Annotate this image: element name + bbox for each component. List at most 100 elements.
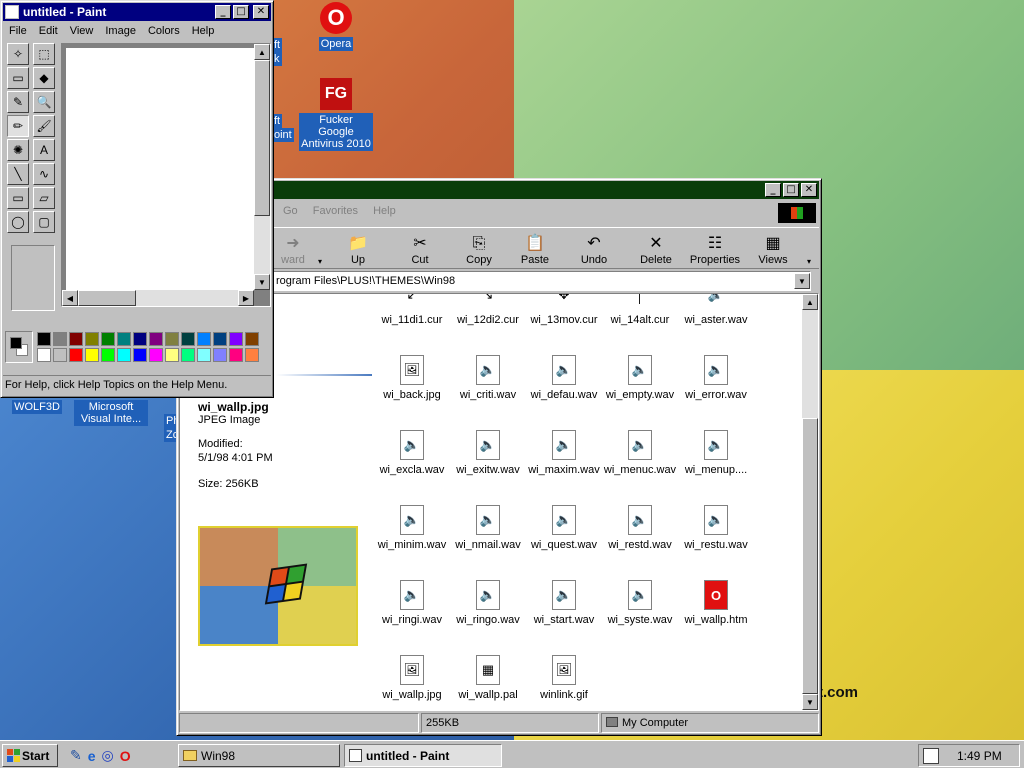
delete-button[interactable]: ✕ Delete xyxy=(625,228,687,268)
toolbar-overflow-arrow[interactable]: ▾ xyxy=(803,228,815,268)
palette-color-swatch[interactable] xyxy=(197,332,211,346)
palette-color-swatch[interactable] xyxy=(117,332,131,346)
scroll-down-button[interactable]: ▼ xyxy=(802,694,818,710)
close-button[interactable]: ✕ xyxy=(253,5,269,19)
tool-rounded-rect-button[interactable]: ▢ xyxy=(33,211,55,233)
tool-ellipse-button[interactable]: ◯ xyxy=(7,211,29,233)
scroll-left-button[interactable]: ◀ xyxy=(62,290,78,306)
file-item[interactable]: 🔈 wi_menuc.wav xyxy=(602,430,678,476)
menu-favorites[interactable]: Favorites xyxy=(307,203,364,219)
menu-view[interactable]: View xyxy=(64,23,100,39)
palette-color-swatch[interactable] xyxy=(149,348,163,362)
palette-color-swatch[interactable] xyxy=(197,348,211,362)
minimize-button[interactable]: _ xyxy=(215,5,231,19)
scroll-thumb[interactable] xyxy=(78,290,136,306)
file-item[interactable]: 🔈 wi_criti.wav xyxy=(450,355,526,401)
palette-color-swatch[interactable] xyxy=(53,348,67,362)
tool-picker-button[interactable]: ✎ xyxy=(7,91,29,113)
address-input[interactable]: rogram Files\PLUS!\THEMES\Win98 xyxy=(274,275,794,287)
scroll-up-button[interactable]: ▲ xyxy=(254,44,270,60)
desktop-icon-antivirus[interactable]: FG Fucker Google Antivirus 2010 xyxy=(296,78,376,151)
minimize-button[interactable]: _ xyxy=(765,183,781,197)
file-item[interactable]: 🖼 wi_back.jpg xyxy=(374,355,450,401)
file-item[interactable]: 🖼 winlink.gif xyxy=(526,655,602,701)
desktop-icon-opera[interactable]: O Opera xyxy=(296,2,376,51)
undo-button[interactable]: ↶ Undo xyxy=(563,228,625,268)
show-desktop-icon[interactable]: ✎ xyxy=(70,747,82,764)
file-item[interactable]: 🔈 wi_restu.wav xyxy=(678,505,754,551)
tool-polygon-button[interactable]: ▱ xyxy=(33,187,55,209)
menu-file[interactable]: File xyxy=(3,23,33,39)
palette-color-swatch[interactable] xyxy=(101,332,115,346)
volume-tray-icon[interactable] xyxy=(923,747,939,764)
menu-colors[interactable]: Colors xyxy=(142,23,186,39)
palette-color-swatch[interactable] xyxy=(69,332,83,346)
palette-color-swatch[interactable] xyxy=(69,348,83,362)
maximize-button[interactable]: □ xyxy=(233,5,249,19)
cut-button[interactable]: ✂ Cut xyxy=(389,228,451,268)
tool-options[interactable] xyxy=(11,245,55,311)
up-button[interactable]: 📁 Up xyxy=(327,228,389,268)
file-item[interactable]: 🔈 wi_ringo.wav xyxy=(450,580,526,626)
current-colors[interactable] xyxy=(5,331,33,363)
file-item[interactable]: 🔈 wi_maxim.wav xyxy=(526,430,602,476)
tool-magnifier-button[interactable]: 🔍 xyxy=(33,91,55,113)
palette-color-swatch[interactable] xyxy=(213,332,227,346)
close-button[interactable]: ✕ xyxy=(801,183,817,197)
tool-rectangle-button[interactable]: ▭ xyxy=(7,187,29,209)
desktop-icon-visual-interdev[interactable]: Microsoft Visual Inte... xyxy=(74,400,148,426)
palette-color-swatch[interactable] xyxy=(245,348,259,362)
desktop-icon-wolf3d[interactable]: WOLF3D xyxy=(0,400,74,414)
file-item[interactable]: 🔈 wi_nmail.wav xyxy=(450,505,526,551)
file-item[interactable]: ↘ wi_12di2.cur xyxy=(450,294,526,326)
tool-airbrush-button[interactable]: ✺ xyxy=(7,139,29,161)
palette-color-swatch[interactable] xyxy=(37,348,51,362)
vertical-scrollbar[interactable]: ▲ ▼ xyxy=(802,294,818,710)
desktop-icon-partial-1[interactable]: ft k xyxy=(272,38,288,66)
tool-fill-button[interactable]: ◆ xyxy=(33,67,55,89)
forward-button[interactable]: ➜ ward xyxy=(273,228,313,268)
outlook-express-icon[interactable]: ◎ xyxy=(102,747,114,764)
opera-icon[interactable]: O xyxy=(120,748,131,764)
scroll-down-button[interactable]: ▼ xyxy=(254,274,270,290)
palette-color-swatch[interactable] xyxy=(245,332,259,346)
menu-help[interactable]: Help xyxy=(367,203,402,219)
tool-free-select-button[interactable]: ✧ xyxy=(7,43,29,65)
menu-help[interactable]: Help xyxy=(186,23,221,39)
palette-color-swatch[interactable] xyxy=(85,348,99,362)
file-item[interactable]: ✥ wi_13mov.cur xyxy=(526,294,602,326)
address-bar[interactable]: rogram Files\PLUS!\THEMES\Win98 ▼ xyxy=(273,271,811,291)
palette-color-swatch[interactable] xyxy=(181,348,195,362)
palette-color-swatch[interactable] xyxy=(133,332,147,346)
palette-color-swatch[interactable] xyxy=(181,332,195,346)
vertical-scrollbar[interactable]: ▲ ▼ xyxy=(254,44,270,290)
file-item[interactable]: 🔈 wi_exitw.wav xyxy=(450,430,526,476)
tool-line-button[interactable]: ╲ xyxy=(7,163,29,185)
paint-titlebar[interactable]: untitled - Paint _ □ ✕ xyxy=(3,3,271,21)
palette-color-swatch[interactable] xyxy=(149,332,163,346)
tool-text-button[interactable]: A xyxy=(33,139,55,161)
tool-rect-select-button[interactable]: ⬚ xyxy=(33,43,55,65)
menu-edit[interactable]: Edit xyxy=(33,23,64,39)
tool-curve-button[interactable]: ∿ xyxy=(33,163,55,185)
paste-button[interactable]: 📋 Paste xyxy=(507,228,563,268)
palette-color-swatch[interactable] xyxy=(101,348,115,362)
file-item[interactable]: ▦ wi_wallp.pal xyxy=(450,655,526,701)
dropdown-arrow[interactable]: ▾ xyxy=(313,228,327,268)
file-item[interactable]: ↙ wi_11di1.cur xyxy=(374,294,450,326)
menu-go[interactable]: Go xyxy=(277,203,304,219)
scroll-right-button[interactable]: ▶ xyxy=(238,290,254,306)
maximize-button[interactable]: □ xyxy=(783,183,799,197)
palette-color-swatch[interactable] xyxy=(37,332,51,346)
desktop-icon-partial-2[interactable]: ft oint xyxy=(272,114,294,142)
palette-color-swatch[interactable] xyxy=(229,332,243,346)
scroll-thumb[interactable] xyxy=(254,60,270,216)
file-item[interactable]: 🔈 wi_minim.wav xyxy=(374,505,450,551)
explorer-titlebar[interactable]: _ □ ✕ xyxy=(179,181,819,199)
start-button[interactable]: Start xyxy=(2,744,58,767)
file-item[interactable]: 🔈 wi_menup.... xyxy=(678,430,754,476)
copy-button[interactable]: ⎘ Copy xyxy=(451,228,507,268)
file-item[interactable]: 🔈 wi_defau.wav xyxy=(526,355,602,401)
internet-explorer-icon[interactable]: e xyxy=(88,748,96,764)
menu-image[interactable]: Image xyxy=(99,23,142,39)
